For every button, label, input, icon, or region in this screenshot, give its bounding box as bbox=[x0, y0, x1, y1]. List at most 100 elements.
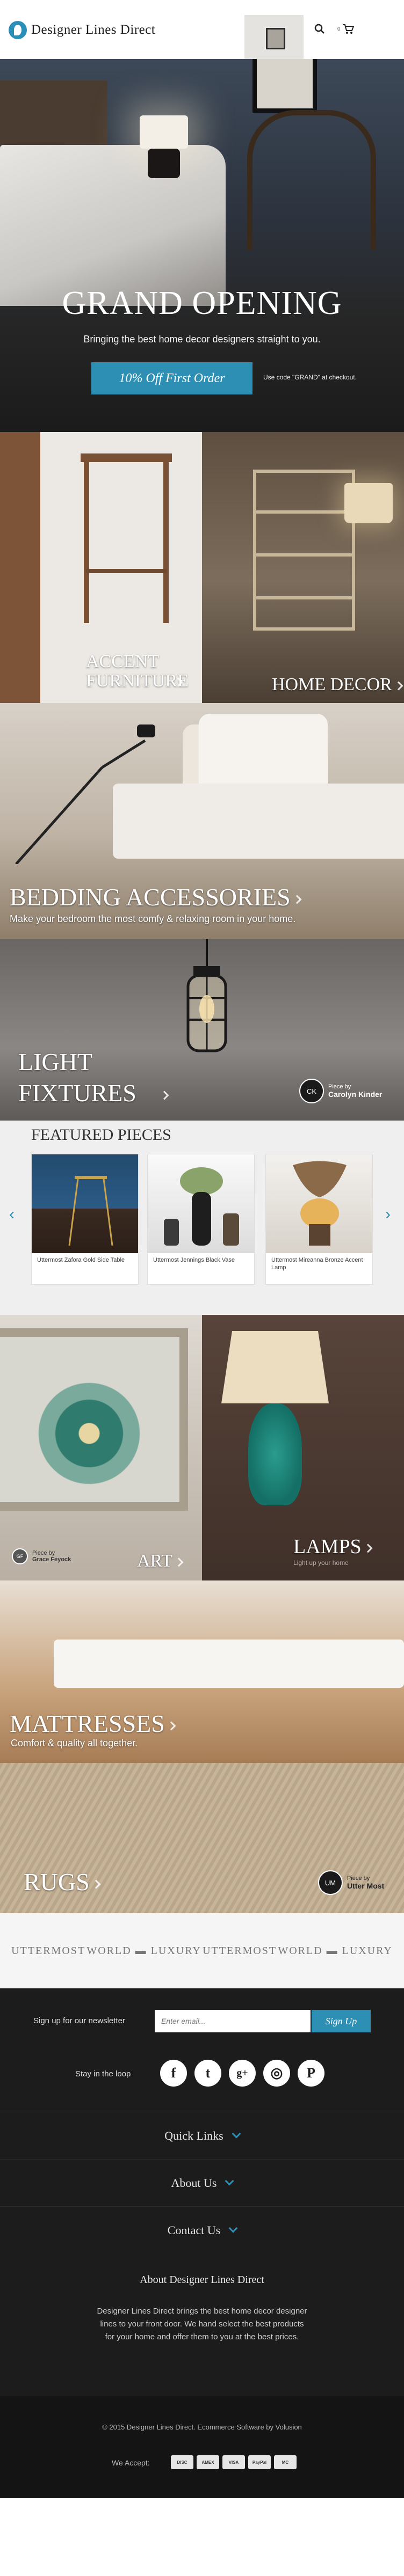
category-subtitle-bedding: Make your bedroom the most comfy & relax… bbox=[10, 913, 296, 924]
chevron-right-icon bbox=[167, 1721, 176, 1731]
accordion-label: Contact Us bbox=[167, 2223, 221, 2237]
amex-card-icon: AMEX bbox=[197, 2455, 219, 2469]
paypal-icon: PayPal bbox=[248, 2455, 271, 2469]
first-order-discount-button[interactable]: 10% Off First Order bbox=[91, 362, 252, 394]
about-text: Designer Lines Direct brings the best ho… bbox=[97, 2307, 307, 2341]
site-logo[interactable]: Designer Lines Direct bbox=[9, 19, 155, 41]
site-footer: Sign up for our newsletter Sign Up Stay … bbox=[0, 1988, 404, 2498]
designer-credit-rugs: UM Piece by Utter Most bbox=[318, 1870, 384, 1895]
featured-pieces-section: FEATURED PIECES ‹ Uttermost Zafora Gold … bbox=[0, 1121, 404, 1315]
category-tile-lamps[interactable]: LAMPS Light up your home bbox=[202, 1315, 404, 1580]
decor-lamp-image bbox=[344, 483, 393, 523]
designer-name: Utter Most bbox=[347, 1882, 385, 1890]
teal-lamp-base-image bbox=[248, 1403, 302, 1505]
site-header: Designer Lines Direct 0 bbox=[0, 0, 404, 59]
brand-logo[interactable]: WORLD ▬ LUXURY bbox=[278, 1945, 393, 1957]
category-label-rugs: RUGS bbox=[24, 1868, 101, 1896]
lamp-shade-image bbox=[221, 1331, 329, 1403]
credit-prefix: Piece by bbox=[32, 1550, 55, 1556]
google-plus-icon[interactable]: g+ bbox=[229, 2060, 256, 2087]
hero-subtitle: Bringing the best home decor designers s… bbox=[83, 334, 321, 345]
hero-banner: GRAND OPENING Bringing the best home dec… bbox=[0, 59, 404, 432]
brand-logo[interactable]: UTTERMOST bbox=[11, 1945, 85, 1957]
side-table-image bbox=[81, 453, 172, 631]
brand-logo[interactable]: WORLD ▬ LUXURY bbox=[86, 1945, 201, 1957]
pillow-image bbox=[199, 714, 328, 794]
designer-badge-icon: UM bbox=[318, 1870, 343, 1895]
bed-image bbox=[113, 784, 404, 859]
category-tile-mattresses[interactable]: MATTRESSES Comfort & quality all togethe… bbox=[0, 1580, 404, 1763]
hero-wall-art bbox=[252, 59, 317, 113]
contact-us-toggle[interactable]: Contact Us bbox=[0, 2206, 404, 2253]
hero-chair-image bbox=[247, 110, 376, 250]
newsletter-email-input[interactable] bbox=[155, 2010, 311, 2032]
featured-title: FEATURED PIECES bbox=[31, 1126, 171, 1144]
chevron-right-icon bbox=[292, 895, 302, 904]
flower-painting bbox=[30, 1374, 148, 1492]
category-tile-bedding-accessories[interactable]: BEDDING ACCESSORIES Make your bedroom th… bbox=[0, 703, 404, 939]
logo-text: Designer Lines Direct bbox=[31, 23, 156, 37]
featured-product-card[interactable]: Uttermost Jennings Black Vase bbox=[147, 1154, 255, 1285]
bookshelf-image bbox=[253, 470, 355, 631]
promo-code-note: Use code "GRAND" at checkout. bbox=[263, 374, 357, 381]
category-label-lamps: LAMPS bbox=[293, 1535, 373, 1558]
category-label-bedding-accessories: BEDDING ACCESSORIES bbox=[10, 883, 302, 911]
designer-badge-icon: GF bbox=[12, 1548, 28, 1564]
quick-links-toggle[interactable]: Quick Links bbox=[0, 2112, 404, 2159]
credit-prefix: Piece by bbox=[347, 1875, 370, 1882]
category-label-mattresses: MATTRESSES bbox=[10, 1709, 176, 1738]
designer-credit-art: GF Piece by Grace Feyock bbox=[12, 1548, 71, 1564]
chevron-right-icon bbox=[363, 1543, 373, 1553]
carousel-prev-button[interactable]: ‹ bbox=[5, 1204, 18, 1225]
about-us-toggle[interactable]: About Us bbox=[0, 2159, 404, 2206]
carousel-next-button[interactable]: › bbox=[381, 1204, 394, 1225]
instagram-icon[interactable]: ◎ bbox=[263, 2060, 290, 2087]
chevron-down-icon bbox=[228, 2223, 238, 2233]
product-image bbox=[266, 1154, 372, 1253]
cart-icon bbox=[342, 24, 354, 34]
chevron-right-icon bbox=[91, 1879, 101, 1889]
facebook-icon[interactable]: f bbox=[160, 2060, 187, 2087]
mastercard-icon: MC bbox=[274, 2455, 297, 2469]
about-title: About Designer Lines Direct bbox=[140, 2274, 264, 2286]
designer-badge-icon: CK bbox=[299, 1079, 324, 1103]
pendant-light-image bbox=[186, 939, 227, 1052]
designer-name: Carolyn Kinder bbox=[328, 1090, 383, 1099]
product-name: Uttermost Zafora Gold Side Table bbox=[37, 1257, 125, 1263]
category-tile-home-decor[interactable]: HOME DECOR bbox=[202, 432, 404, 703]
chevron-right-icon bbox=[174, 1557, 184, 1567]
category-tile-art[interactable]: GF Piece by Grace Feyock ART bbox=[0, 1315, 202, 1580]
payment-accept-label: We Accept: bbox=[112, 2458, 150, 2467]
credit-prefix: Piece by bbox=[328, 1084, 351, 1090]
featured-product-card[interactable]: Uttermost Mireanna Bronze Accent Lamp bbox=[265, 1154, 373, 1285]
brand-logos-strip: UTTERMOST WORLD ▬ LUXURY UTTERMOST WORLD… bbox=[0, 1913, 404, 1988]
featured-product-card[interactable]: Uttermost Zafora Gold Side Table bbox=[31, 1154, 139, 1285]
pinterest-icon[interactable]: P bbox=[298, 2060, 324, 2087]
designer-name: Grace Feyock bbox=[32, 1556, 71, 1563]
hero-bed-image bbox=[0, 145, 226, 306]
category-tile-accent-furniture[interactable]: ACCENT FURNITURE bbox=[0, 432, 202, 703]
footer-bottom-bar: © 2015 Designer Lines Direct. Ecommerce … bbox=[0, 2396, 404, 2498]
hero-title: GRAND OPENING bbox=[62, 285, 342, 321]
category-label-light-fixtures: LIGHT FIXTURES bbox=[18, 1046, 169, 1109]
category-label-accent-furniture: ACCENT FURNITURE bbox=[86, 652, 189, 691]
cart-button[interactable]: 0 bbox=[337, 23, 364, 35]
search-button[interactable] bbox=[314, 24, 325, 34]
category-tile-light-fixtures[interactable]: LIGHT FIXTURES CK Piece by Carolyn Kinder bbox=[0, 939, 404, 1121]
designer-credit-lighting: CK Piece by Carolyn Kinder bbox=[299, 1079, 382, 1103]
category-label-home-decor: HOME DECOR bbox=[272, 675, 403, 695]
chevron-down-icon bbox=[225, 2176, 234, 2185]
brand-logo[interactable]: UTTERMOST bbox=[203, 1945, 277, 1957]
newsletter-signup-button[interactable]: Sign Up bbox=[312, 2010, 371, 2032]
category-label-art: ART bbox=[137, 1551, 184, 1571]
category-tile-rugs[interactable]: RUGS UM Piece by Utter Most bbox=[0, 1763, 404, 1913]
visa-card-icon: VISA bbox=[222, 2455, 245, 2469]
product-image bbox=[32, 1154, 138, 1253]
chevron-down-icon bbox=[232, 2129, 241, 2138]
chevron-right-icon bbox=[160, 1091, 169, 1100]
twitter-icon[interactable]: t bbox=[194, 2060, 221, 2087]
product-name: Uttermost Jennings Black Vase bbox=[153, 1257, 235, 1263]
hero-lamp-base bbox=[148, 149, 180, 178]
hero-lamp-shade bbox=[140, 115, 188, 149]
mattress-image bbox=[54, 1640, 404, 1688]
